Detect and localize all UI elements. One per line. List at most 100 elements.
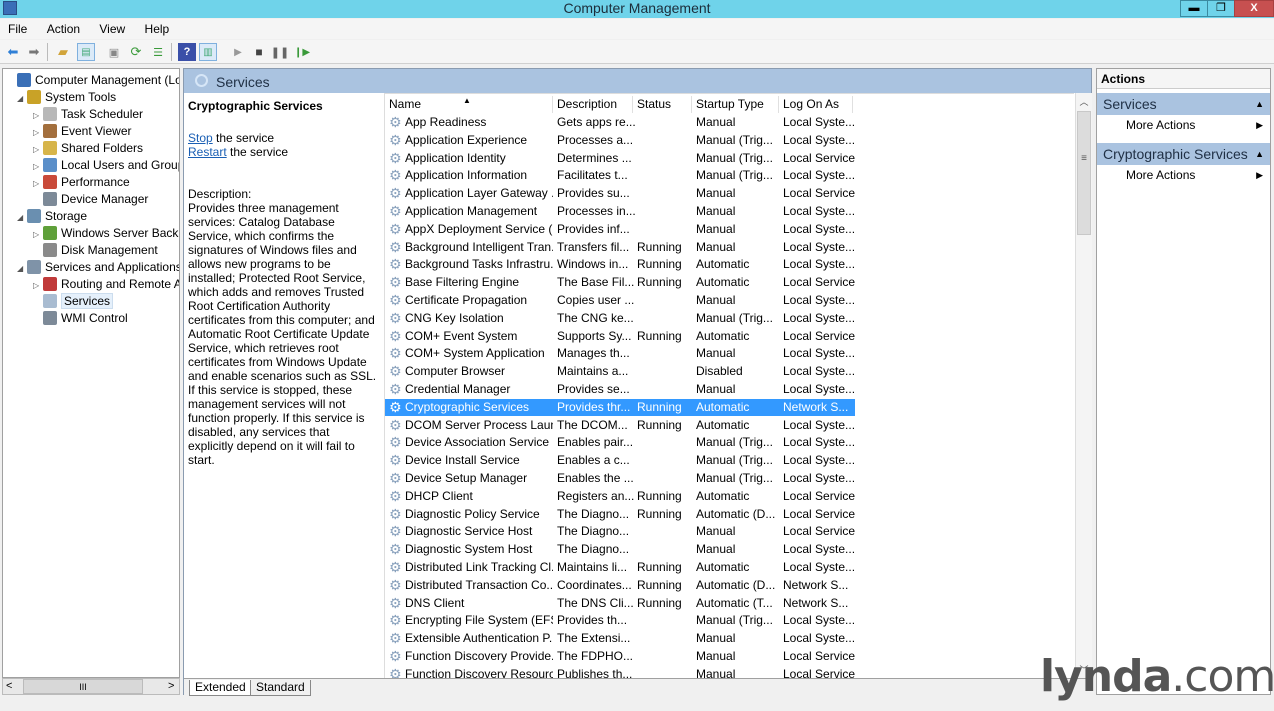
service-log-on-as: Local Syste... bbox=[783, 310, 855, 325]
stop-service-icon[interactable]: ■ bbox=[250, 43, 268, 61]
tree-item[interactable]: ▷ Performance bbox=[33, 174, 130, 191]
service-row[interactable]: ⚙ DCOM Server Process Laun... The DCOM... R… bbox=[385, 417, 855, 434]
collapse-arrow-icon[interactable]: ◢ bbox=[17, 261, 27, 277]
services-vertical-scrollbar[interactable]: ︿ ≡ ﹀ bbox=[1075, 93, 1092, 678]
refresh-icon[interactable]: ⟳ bbox=[127, 43, 145, 61]
service-row[interactable]: ⚙ Cryptographic Services Provides thr... Ru… bbox=[385, 398, 855, 416]
tree-item[interactable]: ▷ Task Scheduler bbox=[33, 106, 143, 123]
service-row[interactable]: ⚙ Base Filtering Engine The Base Fil... Run… bbox=[385, 274, 855, 291]
service-row[interactable]: ⚙ Computer Browser Maintains a... Disabled L… bbox=[385, 363, 855, 380]
service-row[interactable]: ⚙ Application Experience Processes a... Man… bbox=[385, 132, 855, 149]
more-actions-cryptographic-services[interactable]: More Actions ▶ bbox=[1097, 165, 1270, 185]
service-row[interactable]: ⚙ AppX Deployment Service (... Provides in… bbox=[385, 221, 855, 238]
up-folder-icon[interactable]: ▰ bbox=[54, 43, 72, 61]
scroll-thumb[interactable] bbox=[1077, 111, 1091, 235]
service-row[interactable]: ⚙ Diagnostic System Host The Diagno... Manu… bbox=[385, 541, 855, 558]
scroll-left-arrow[interactable]: < bbox=[6, 679, 12, 694]
show-hide-action-pane-icon[interactable]: ▥ bbox=[199, 43, 217, 61]
back-icon[interactable]: ⬅ bbox=[4, 43, 22, 61]
tree-item[interactable]: ▷ Event Viewer bbox=[33, 123, 131, 140]
menu-view[interactable]: View bbox=[91, 19, 133, 39]
resume-service-icon[interactable]: ❙▶ bbox=[293, 43, 311, 61]
service-row[interactable]: ⚙ Device Install Service Enables a c... Man… bbox=[385, 452, 855, 469]
help-icon[interactable]: ? bbox=[178, 43, 196, 61]
export-list-icon[interactable]: ☰ bbox=[149, 43, 167, 61]
restart-service-link[interactable]: Restart bbox=[188, 145, 227, 159]
restore-button[interactable]: ❐ bbox=[1207, 0, 1235, 17]
service-row[interactable]: ⚙ Application Information Facilitates t...… bbox=[385, 167, 855, 184]
service-row[interactable]: ⚙ Application Layer Gateway ... Provides s… bbox=[385, 185, 855, 202]
menu-file[interactable]: File bbox=[0, 19, 35, 39]
close-button[interactable]: X bbox=[1234, 0, 1274, 17]
service-row[interactable]: ⚙ Certificate Propagation Copies user ... M… bbox=[385, 292, 855, 309]
service-row[interactable]: ⚙ Function Discovery Resourc... Publishes … bbox=[385, 666, 855, 678]
actions-section-cryptographic-services[interactable]: Cryptographic Services ▲ bbox=[1097, 143, 1270, 165]
tree-item[interactable]: ▷ Routing and Remote Ac bbox=[33, 276, 179, 294]
tree-item[interactable]: WMI Control bbox=[33, 310, 128, 327]
collapse-icon[interactable]: ▲ bbox=[1255, 143, 1264, 165]
service-row[interactable]: ⚙ COM+ Event System Supports Sy... Running A… bbox=[385, 328, 855, 345]
tree-item[interactable]: Services bbox=[33, 293, 114, 310]
tree-item[interactable]: ◢ Storage bbox=[17, 208, 87, 225]
service-row[interactable]: ⚙ Application Management Processes in... Ma… bbox=[385, 203, 855, 220]
tab-standard[interactable]: Standard bbox=[250, 680, 311, 696]
service-row[interactable]: ⚙ Background Tasks Infrastru... Windows in… bbox=[385, 256, 855, 273]
expand-arrow-icon[interactable]: ▷ bbox=[33, 227, 43, 243]
tree-horizontal-scrollbar[interactable]: < III > bbox=[2, 678, 180, 695]
tree-item[interactable]: ◢ System Tools bbox=[17, 89, 116, 106]
service-row[interactable]: ⚙ Application Identity Determines ... Manua… bbox=[385, 150, 855, 167]
more-actions-services[interactable]: More Actions ▶ bbox=[1097, 115, 1270, 135]
menu-action[interactable]: Action bbox=[39, 19, 88, 39]
service-row[interactable]: ⚙ Diagnostic Service Host The Diagno... Man… bbox=[385, 523, 855, 540]
service-row[interactable]: ⚙ Device Association Service Enables pair.… bbox=[385, 434, 855, 451]
tree-item[interactable]: ▷ Shared Folders bbox=[33, 140, 143, 157]
expand-arrow-icon[interactable]: ▷ bbox=[33, 142, 43, 158]
collapse-icon[interactable]: ▲ bbox=[1255, 93, 1264, 115]
tree-item[interactable]: ◢ Services and Applications bbox=[17, 259, 179, 277]
tree-item[interactable]: ▷ Windows Server Backup bbox=[33, 225, 179, 243]
column-header-status[interactable]: Status bbox=[633, 96, 692, 113]
column-header-startup-type[interactable]: Startup Type bbox=[692, 96, 779, 113]
service-row[interactable]: ⚙ CNG Key Isolation The CNG ke... Manual (T… bbox=[385, 310, 855, 327]
menu-help[interactable]: Help bbox=[137, 19, 178, 39]
service-row[interactable]: ⚙ App Readiness Gets apps re... Manual Local… bbox=[385, 114, 855, 131]
stop-service-link[interactable]: Stop bbox=[188, 131, 213, 145]
scroll-thumb[interactable]: III bbox=[23, 679, 143, 694]
scroll-right-arrow[interactable]: > bbox=[168, 679, 174, 694]
expand-arrow-icon[interactable]: ▷ bbox=[33, 108, 43, 124]
service-row[interactable]: ⚙ Background Intelligent Tran... Transfers… bbox=[385, 239, 855, 256]
expand-arrow-icon[interactable]: ▷ bbox=[33, 176, 43, 192]
service-row[interactable]: ⚙ COM+ System Application Manages th... Man… bbox=[385, 345, 855, 362]
service-row[interactable]: ⚙ DNS Client The DNS Cli... Running Automati… bbox=[385, 595, 855, 612]
start-service-icon[interactable]: ▶ bbox=[229, 43, 247, 61]
expand-arrow-icon[interactable]: ▷ bbox=[33, 125, 43, 141]
tree-item[interactable]: ▷ Local Users and Groups bbox=[33, 157, 179, 175]
collapse-arrow-icon[interactable]: ◢ bbox=[17, 91, 27, 107]
service-row[interactable]: ⚙ DHCP Client Registers an... Running Automa… bbox=[385, 488, 855, 505]
scroll-up-arrow[interactable]: ︿ bbox=[1076, 95, 1092, 108]
expand-arrow-icon[interactable]: ▷ bbox=[33, 159, 43, 175]
tree-item[interactable]: Computer Management (Local bbox=[7, 72, 179, 89]
properties-icon[interactable]: ▣ bbox=[105, 43, 123, 61]
service-row[interactable]: ⚙ Diagnostic Policy Service The Diagno... R… bbox=[385, 506, 855, 523]
actions-section-services[interactable]: Services ▲ bbox=[1097, 93, 1270, 115]
service-row[interactable]: ⚙ Encrypting File System (EFS) Provides th… bbox=[385, 612, 855, 629]
minimize-button[interactable]: ▬ bbox=[1180, 0, 1208, 17]
expand-arrow-icon[interactable]: ▷ bbox=[33, 278, 43, 294]
service-row[interactable]: ⚙ Extensible Authentication P... The Exten… bbox=[385, 630, 855, 647]
tab-extended[interactable]: Extended bbox=[189, 680, 252, 696]
collapse-arrow-icon[interactable]: ◢ bbox=[17, 210, 27, 226]
service-row[interactable]: ⚙ Distributed Link Tracking Cl... Maintain… bbox=[385, 559, 855, 576]
pause-service-icon[interactable]: ❚❚ bbox=[271, 43, 289, 61]
forward-icon[interactable]: ➡ bbox=[25, 43, 43, 61]
column-header-name[interactable]: Name ▲ bbox=[385, 96, 553, 113]
service-row[interactable]: ⚙ Distributed Transaction Co... Coordinate… bbox=[385, 577, 855, 594]
service-row[interactable]: ⚙ Credential Manager Provides se... Manual L… bbox=[385, 381, 855, 398]
column-header-description[interactable]: Description bbox=[553, 96, 633, 113]
tree-item[interactable]: Disk Management bbox=[33, 242, 158, 259]
column-header-log-on-as[interactable]: Log On As bbox=[779, 96, 853, 113]
service-row[interactable]: ⚙ Function Discovery Provide... The FDPHO.… bbox=[385, 648, 855, 665]
tree-item[interactable]: Device Manager bbox=[33, 191, 148, 208]
service-row[interactable]: ⚙ Device Setup Manager Enables the ... Manu… bbox=[385, 470, 855, 487]
show-hide-console-tree-icon[interactable]: ▤ bbox=[77, 43, 95, 61]
